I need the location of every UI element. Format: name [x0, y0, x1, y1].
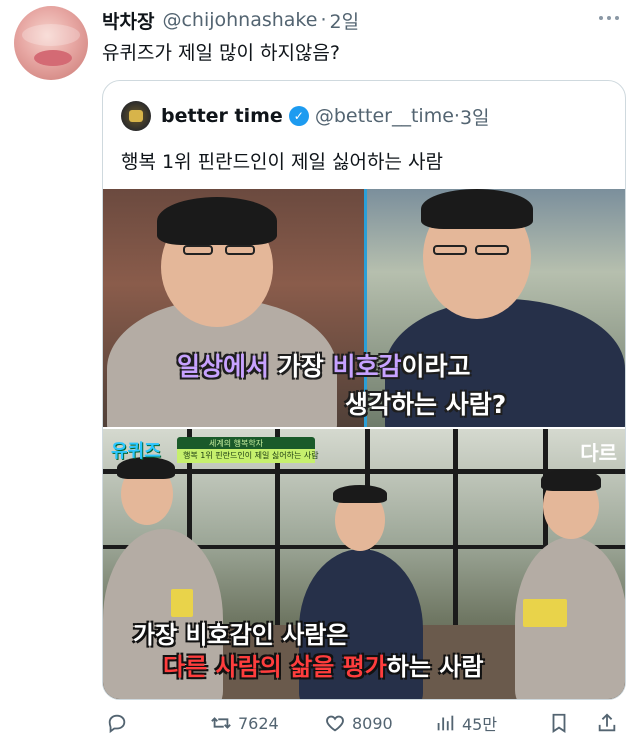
views-bar-icon	[437, 715, 454, 731]
more-options-icon[interactable]	[596, 10, 622, 26]
quoted-tweet-time: 3일	[459, 106, 490, 129]
tweet-time[interactable]: 2일	[330, 7, 360, 34]
person-host-hair	[157, 197, 277, 245]
bookmark-icon	[552, 713, 566, 733]
show-logo: 유퀴즈	[111, 441, 161, 462]
quoted-author-name[interactable]: better time	[161, 105, 283, 127]
like-button[interactable]: 8090	[324, 708, 393, 738]
segment-badge: 세계의 행복학자 행복 1위 핀란드인이 제일 싫어하는 사람	[177, 437, 319, 463]
image1-caption-line2: 생각하는 사람?	[345, 390, 507, 419]
avatar-highlight	[22, 24, 80, 46]
quoted-tweet-header: better time ✓ @better__time · 3일	[121, 101, 490, 131]
tweet-header: 박차장 @chijohnashake · 2일	[102, 7, 620, 34]
verified-badge-icon: ✓	[288, 106, 309, 126]
question-card-right	[523, 599, 567, 627]
author-avatar[interactable]	[14, 6, 88, 80]
image2-caption-line1: 가장 비호감인 사람은	[133, 621, 349, 649]
person-guest-hair	[421, 189, 533, 229]
quoted-author-avatar[interactable]	[121, 101, 151, 131]
glasses-right	[225, 245, 255, 255]
like-count: 8090	[352, 713, 393, 733]
author-handle[interactable]: @chijohnashake	[162, 9, 317, 31]
image2-person-right-hair	[541, 469, 601, 491]
segment-badge-bottom: 행복 1위 핀란드인이 제일 싫어하는 사람	[177, 449, 319, 463]
reply-icon	[108, 714, 126, 734]
quoted-image-1[interactable]: 일상에서 가장 비호감이라고 생각하는 사람?	[103, 189, 625, 427]
views-button[interactable]: 45만	[434, 708, 497, 738]
glasses-guest-right	[475, 245, 509, 255]
separator-dot: ·	[320, 9, 327, 31]
image2-caption-line2: 다른 사람의 삶을 평가하는 사람	[163, 653, 484, 681]
retweet-count: 7624	[238, 713, 279, 733]
question-card-left	[171, 589, 193, 617]
quoted-author-handle[interactable]: @better__time	[315, 105, 454, 127]
view-count: 45만	[462, 715, 498, 734]
retweet-icon	[211, 717, 231, 729]
heart-icon	[326, 715, 344, 732]
image1-caption-line1: 일상에서 가장 비호감이라고	[177, 352, 471, 381]
glasses-left	[183, 245, 213, 255]
reply-button[interactable]	[106, 708, 134, 738]
tweet-action-bar: 7624 8090 45만	[102, 708, 626, 738]
quoted-image-2[interactable]: 유퀴즈 세계의 행복학자 행복 1위 핀란드인이 제일 싫어하는 사람 다르 가…	[103, 429, 625, 699]
avatar-lips	[34, 50, 72, 66]
window-frame-v4	[453, 429, 458, 629]
image2-person-center-hair	[333, 485, 387, 503]
glasses-guest-left	[433, 245, 467, 255]
quoted-tweet-text: 행복 1위 핀란드인이 제일 싫어하는 사람	[121, 151, 443, 173]
share-button[interactable]	[596, 708, 624, 738]
bookmark-button[interactable]	[548, 708, 576, 738]
share-icon	[598, 713, 616, 732]
retweet-button[interactable]: 7624	[210, 708, 279, 738]
quoted-tweet[interactable]: better time ✓ @better__time · 3일 행복 1위 핀…	[102, 80, 626, 700]
segment-badge-top: 세계의 행복학자	[209, 439, 264, 448]
tweet-text: 유퀴즈가 제일 많이 하지않음?	[102, 42, 340, 64]
author-name[interactable]: 박차장	[102, 7, 154, 34]
image2-corner-text: 다르	[580, 441, 617, 465]
